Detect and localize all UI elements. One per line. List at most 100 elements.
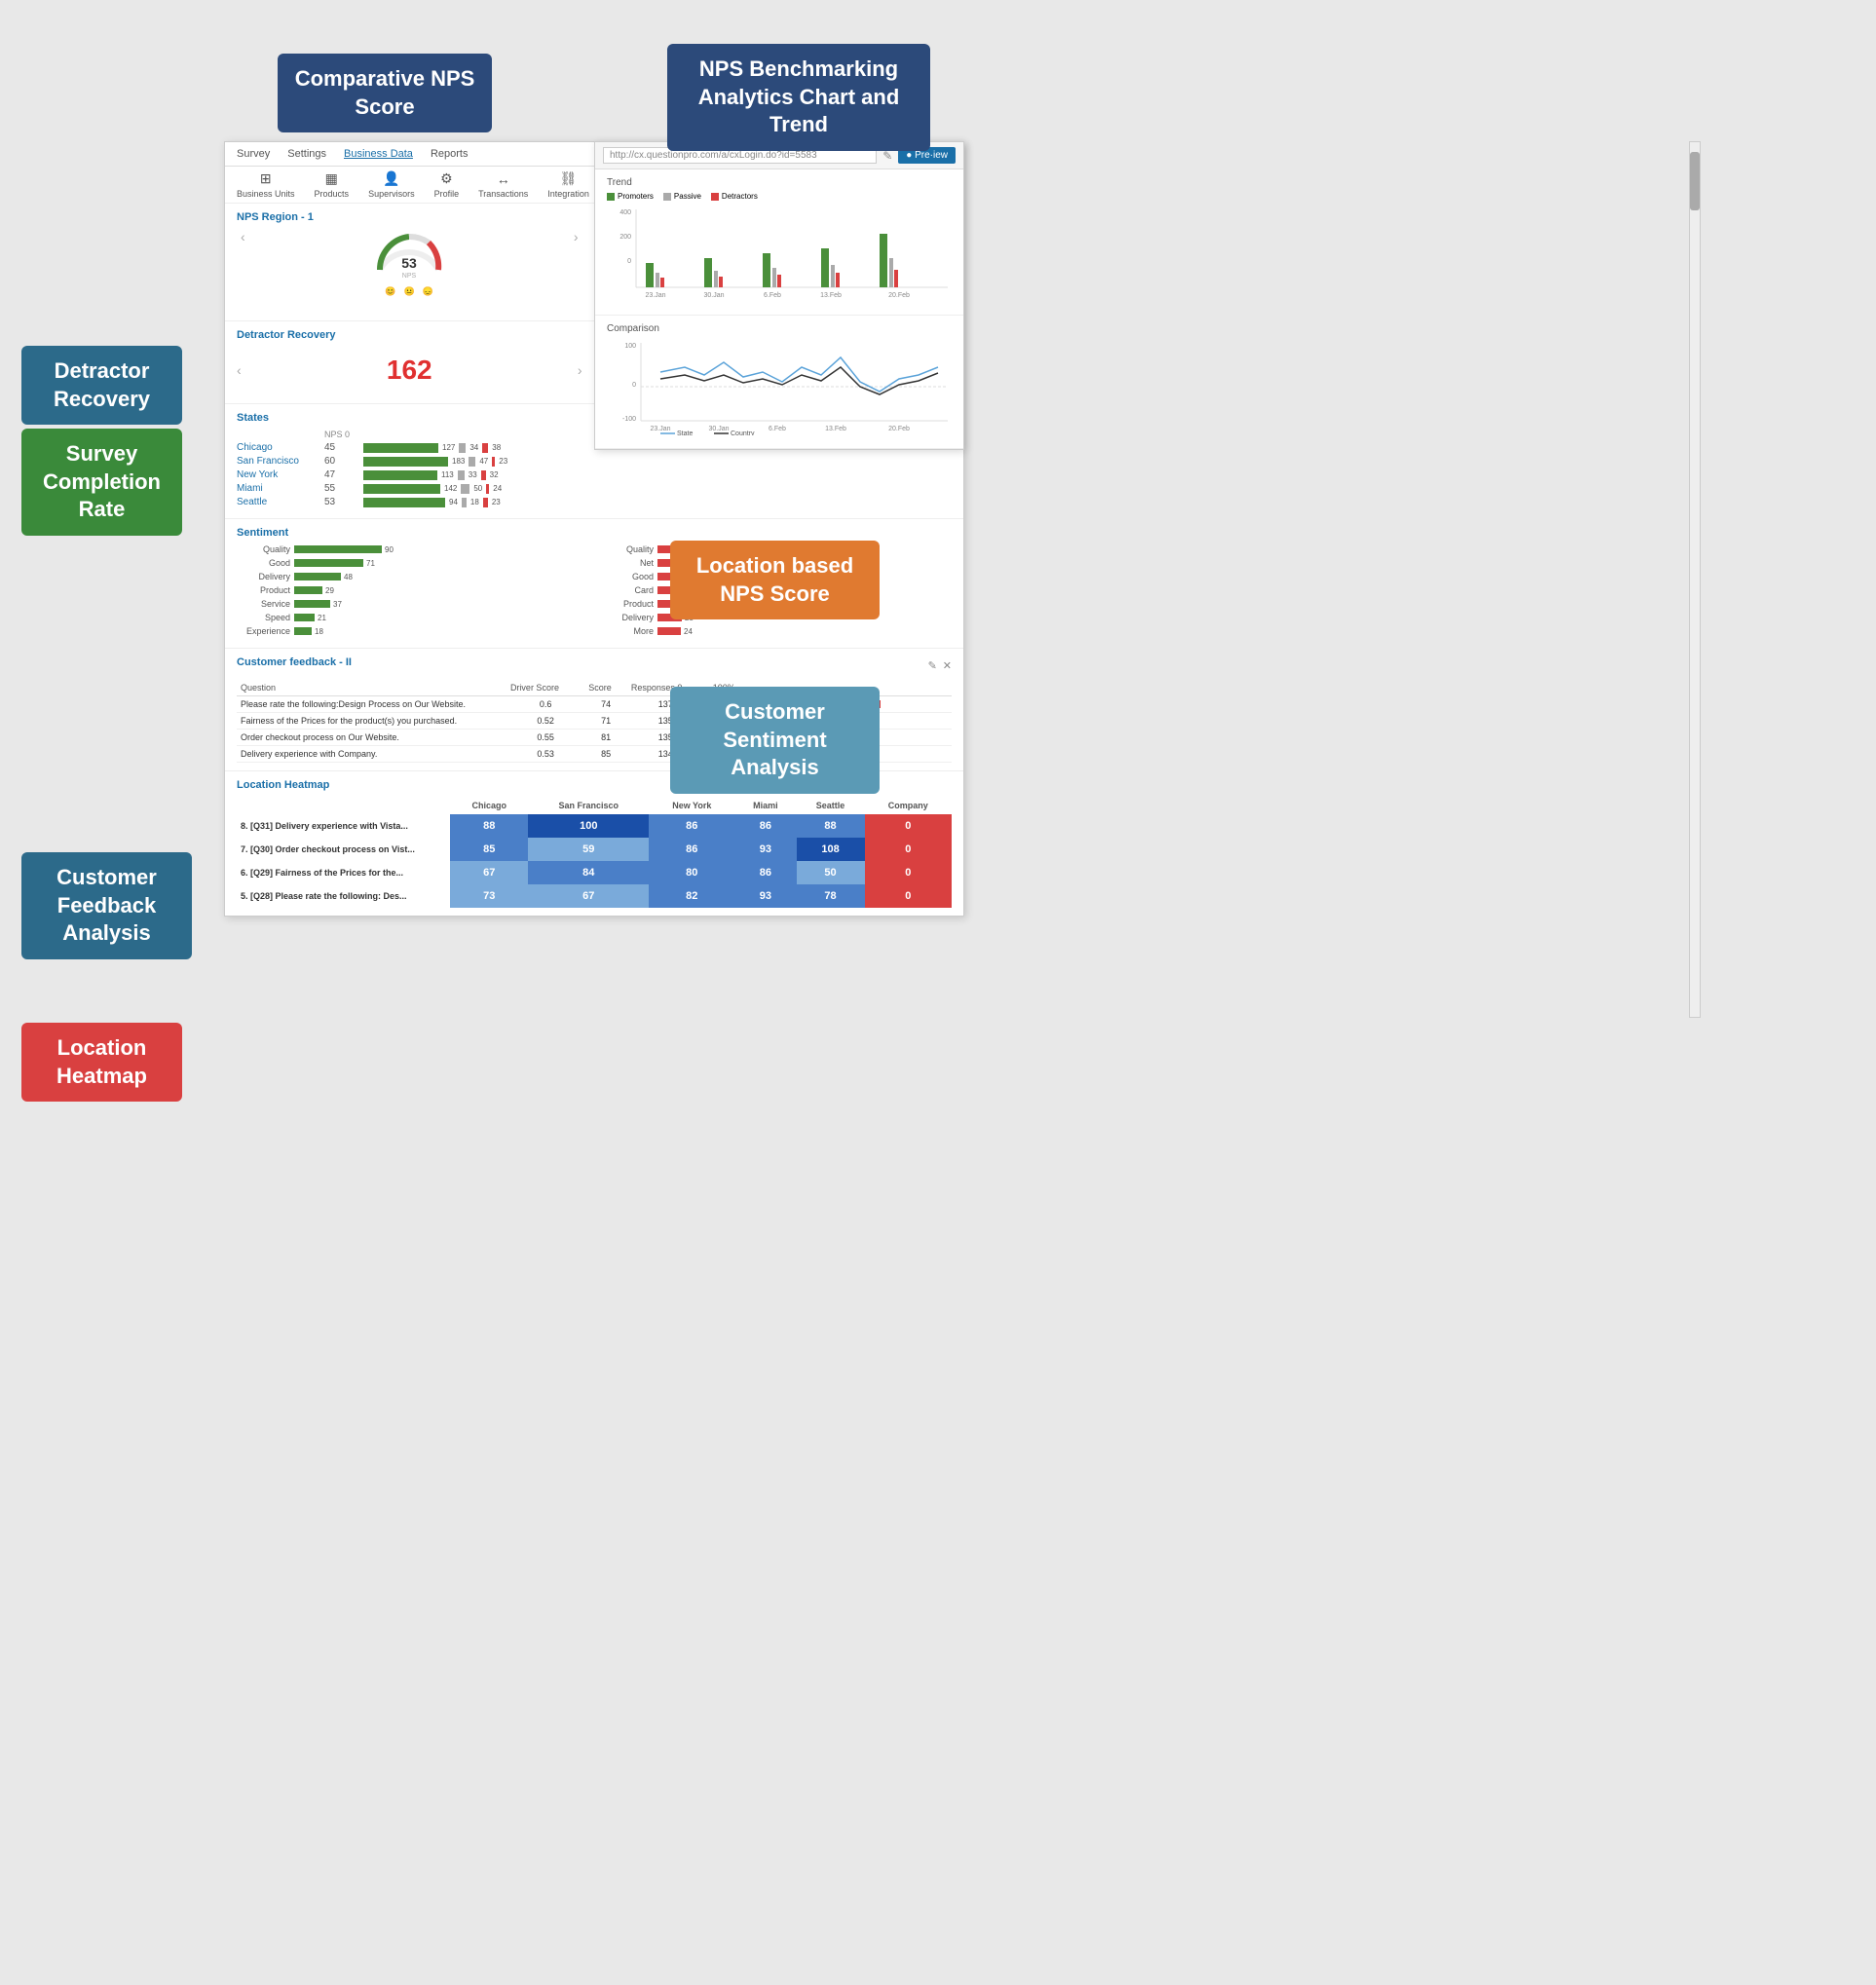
nps-region-1-prev[interactable]: ‹ bbox=[241, 229, 245, 282]
edit-icon[interactable]: ✎ bbox=[928, 659, 937, 672]
nav-reports[interactable]: Reports bbox=[431, 148, 469, 160]
bar-green bbox=[363, 457, 448, 467]
trend-chart: 400 200 0 23.Jan 30.Jan 6.Feb 13.Feb 20.… bbox=[607, 205, 948, 302]
scrollbar[interactable] bbox=[1689, 141, 1701, 1018]
bar-gray-num: 18 bbox=[470, 498, 479, 506]
detractor-next[interactable]: › bbox=[578, 362, 582, 378]
products-icon: ▦ bbox=[325, 170, 338, 187]
heatmap-col-header: Chicago bbox=[450, 797, 528, 814]
business-units-icon: ⊞ bbox=[260, 170, 272, 187]
svg-text:0: 0 bbox=[632, 382, 636, 389]
state-nps: 47 bbox=[324, 469, 363, 480]
bar-red-num: 32 bbox=[490, 470, 499, 479]
col-question: Question bbox=[237, 680, 507, 696]
detractor-title: Detractor Recovery bbox=[237, 329, 582, 341]
heatmap-header: ChicagoSan FranciscoNew YorkMiamiSeattle… bbox=[237, 797, 952, 814]
sent-bar bbox=[294, 586, 322, 594]
bar-green-num: 113 bbox=[441, 470, 454, 479]
heatmap-cell: 78 bbox=[797, 884, 865, 908]
svg-text:53: 53 bbox=[401, 255, 417, 271]
bar-red bbox=[482, 443, 488, 453]
sent-value: 21 bbox=[318, 614, 326, 622]
sent-label: Product bbox=[237, 585, 290, 595]
sent-label-right: Delivery bbox=[600, 613, 654, 622]
sent-label-right: More bbox=[600, 626, 654, 636]
bar-gray bbox=[459, 443, 466, 453]
sent-value: 18 bbox=[315, 627, 323, 636]
sent-label: Delivery bbox=[237, 572, 290, 581]
callout-heatmap: Location Heatmap bbox=[21, 1023, 182, 1102]
icon-business-units[interactable]: ⊞ Business Units bbox=[237, 170, 295, 199]
callout-location-nps: Location based NPS Score bbox=[670, 541, 880, 619]
sent-label-right: Card bbox=[600, 585, 654, 595]
sent-value: 71 bbox=[366, 559, 375, 568]
detractor-recovery-box: Detractor Recovery ‹ 162 › bbox=[225, 321, 595, 403]
heatmap-cell: 0 bbox=[865, 838, 952, 861]
heatmap-cell: 93 bbox=[734, 838, 796, 861]
svg-text:6.Feb: 6.Feb bbox=[764, 292, 781, 299]
detractor-nav: ‹ 162 › bbox=[237, 345, 582, 395]
svg-text:0: 0 bbox=[627, 258, 631, 265]
nav-business-data[interactable]: Business Data bbox=[344, 148, 413, 160]
fb-driver: 0.55 bbox=[507, 730, 584, 746]
sentiment-row: Speed 21 bbox=[237, 613, 588, 622]
sent-bar-right bbox=[657, 627, 681, 635]
bar-red-num: 23 bbox=[499, 457, 507, 466]
icon-transactions[interactable]: ↔ Transactions bbox=[478, 171, 528, 199]
bar-red bbox=[481, 470, 486, 480]
heatmap-row: 6. [Q29] Fairness of the Prices for the.… bbox=[237, 861, 952, 884]
heatmap-cell: 0 bbox=[865, 814, 952, 838]
state-name: Miami bbox=[237, 483, 324, 494]
bar-gray bbox=[458, 470, 465, 480]
bar-green bbox=[363, 484, 440, 494]
nps-region-1-next[interactable]: › bbox=[574, 229, 579, 282]
fb-score: 81 bbox=[584, 730, 627, 746]
legend-passive: Passive bbox=[663, 192, 701, 201]
svg-text:23.Jan: 23.Jan bbox=[645, 292, 665, 299]
fb-question: Order checkout process on Our Website. bbox=[237, 730, 507, 746]
callout-survey: Survey Completion Rate bbox=[21, 429, 182, 536]
supervisors-icon: 👤 bbox=[383, 170, 399, 187]
promoters-dot bbox=[607, 193, 615, 201]
col-driver: Driver Score bbox=[507, 680, 584, 696]
icon-supervisors[interactable]: 👤 Supervisors bbox=[368, 170, 415, 199]
detractors-dot bbox=[711, 193, 719, 201]
nps-region-1: NPS Region - 1 ‹ 53 NPS › bbox=[225, 204, 595, 320]
svg-text:400: 400 bbox=[619, 209, 631, 216]
sent-label-right: Quality bbox=[600, 544, 654, 554]
icon-profile[interactable]: ⚙ Profile bbox=[434, 170, 460, 199]
svg-text:200: 200 bbox=[619, 234, 631, 241]
icon-products[interactable]: ▦ Products bbox=[315, 170, 350, 199]
state-nps: 45 bbox=[324, 442, 363, 453]
svg-text:20.Feb: 20.Feb bbox=[888, 426, 910, 432]
scrollbar-thumb[interactable] bbox=[1690, 152, 1700, 210]
passive-dot bbox=[663, 193, 671, 201]
feedback-title: Customer feedback - II bbox=[237, 656, 352, 668]
sentiment-row: Service 37 bbox=[237, 599, 588, 609]
nav-survey[interactable]: Survey bbox=[237, 148, 270, 160]
bar-gray-num: 34 bbox=[469, 443, 478, 452]
svg-text:6.Feb: 6.Feb bbox=[769, 426, 786, 432]
state-row: New York 47 113 33 32 bbox=[237, 469, 952, 480]
fb-driver: 0.6 bbox=[507, 696, 584, 713]
svg-text:13.Feb: 13.Feb bbox=[820, 292, 842, 299]
state-name: San Francisco bbox=[237, 456, 324, 467]
callout-sentiment: Customer Sentiment Analysis bbox=[670, 687, 880, 794]
heatmap-cell: 86 bbox=[734, 861, 796, 884]
svg-text:30.Jan: 30.Jan bbox=[708, 426, 729, 432]
detractor-prev[interactable]: ‹ bbox=[237, 362, 242, 378]
fb-score: 74 bbox=[584, 696, 627, 713]
heatmap-cell: 88 bbox=[450, 814, 528, 838]
state-row: San Francisco 60 183 47 23 bbox=[237, 456, 952, 467]
icon-integration[interactable]: ⛓ Integration bbox=[547, 170, 589, 199]
callout-detractor: Detractor Recovery bbox=[21, 346, 182, 425]
heatmap-cell: 86 bbox=[649, 814, 734, 838]
nav-settings[interactable]: Settings bbox=[287, 148, 326, 160]
bar-green-num: 127 bbox=[442, 443, 455, 452]
svg-text:20.Feb: 20.Feb bbox=[888, 292, 910, 299]
trend-section: Trend Promoters Passive Detractors bbox=[595, 169, 963, 316]
sent-value: 29 bbox=[325, 586, 334, 595]
heatmap-row: 7. [Q30] Order checkout process on Vist.… bbox=[237, 838, 952, 861]
close-icon[interactable]: ✕ bbox=[943, 659, 952, 672]
bench-panel: ✎ ● Pre·iew Trend Promoters Passive Detr… bbox=[594, 141, 964, 450]
